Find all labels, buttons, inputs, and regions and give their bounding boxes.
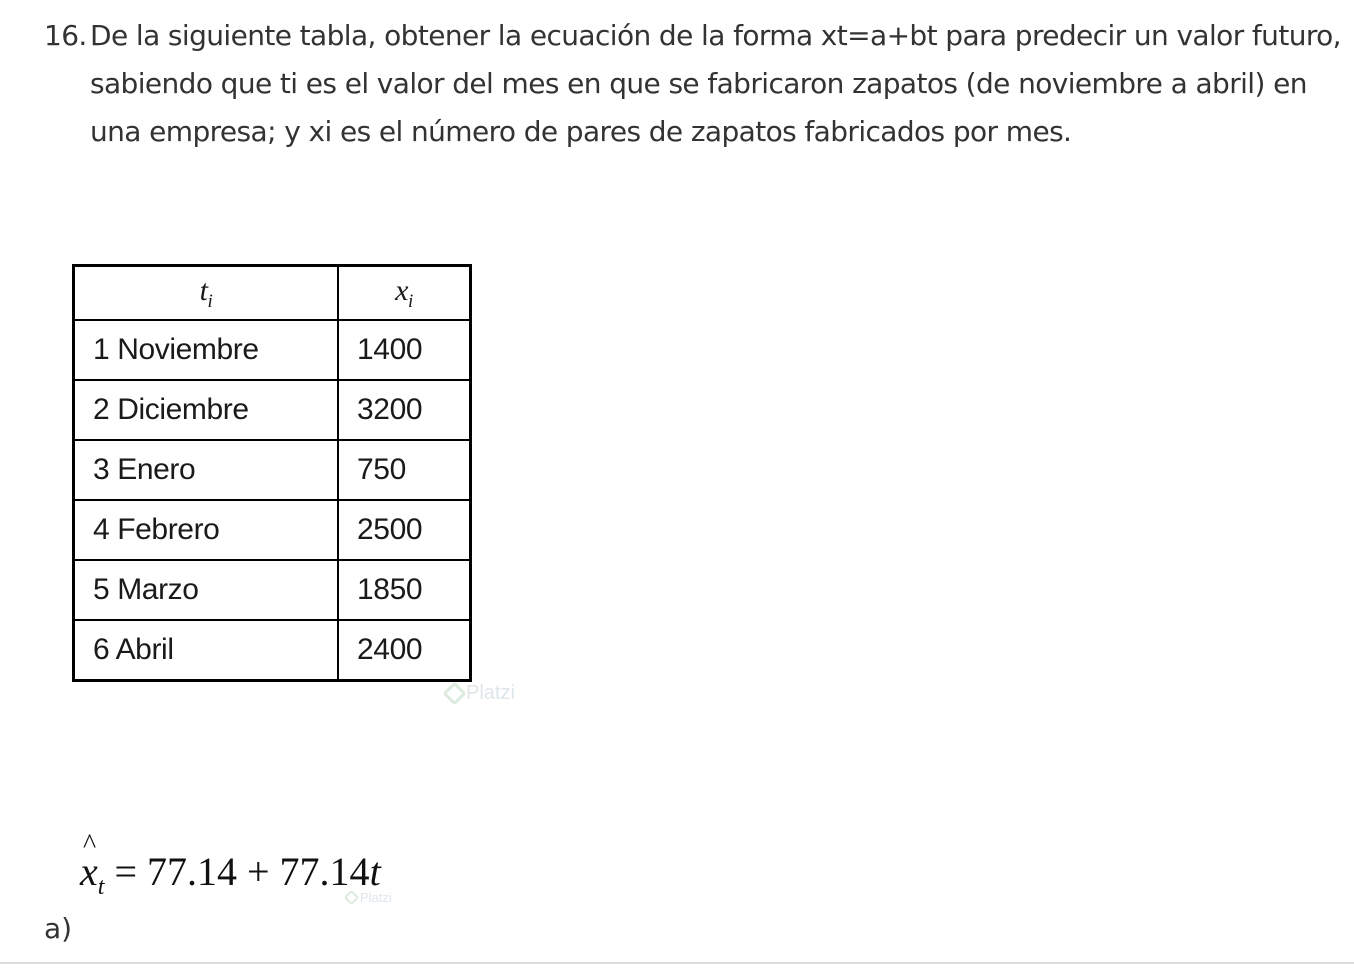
table-row: 1 Noviembre 1400 (72, 319, 472, 381)
formula-t: t (369, 849, 381, 894)
formula-rhs: = 77.14 + 77.14 (104, 849, 370, 894)
table-row: 3 Enero 750 (72, 439, 472, 501)
header-x: xi (337, 264, 472, 321)
platzi-watermark-small: Platzi (343, 889, 392, 906)
value-cell: 750 (337, 439, 472, 501)
question-line-1: 16. De la siguiente tabla, obtener la ecu… (44, 12, 1342, 60)
question-text: 16. De la siguiente tabla, obtener la ecu… (44, 12, 1342, 156)
data-table: ti xi 1 Noviembre 1400 2 Diciembre 3200 3 … (72, 264, 472, 682)
month-cell: 3 Enero (72, 439, 339, 501)
month-cell: 6 Abril (72, 619, 339, 682)
header-t: ti (72, 264, 339, 321)
month-cell: 4 Febrero (72, 499, 339, 561)
month-cell: 2 Diciembre (72, 379, 339, 441)
table-row: 4 Febrero 2500 (72, 499, 472, 561)
option-label-a[interactable]: a) (44, 912, 72, 945)
divider (0, 962, 1354, 964)
table-row: 6 Abril 2400 (72, 619, 472, 682)
platzi-watermark: Platzi (442, 681, 515, 706)
platzi-logo-icon (343, 889, 360, 906)
value-cell: 2500 (337, 499, 472, 561)
question-number: 16. (44, 19, 87, 52)
value-cell: 2400 (337, 619, 472, 682)
month-cell: 5 Marzo (72, 559, 339, 621)
value-cell: 1400 (337, 319, 472, 381)
question-line-2: sabiendo que ti es el valor del mes en q… (90, 67, 1307, 100)
formula-x-hat: ^ x (80, 829, 98, 894)
table-row: 2 Diciembre 3200 (72, 379, 472, 441)
platzi-logo-icon (442, 681, 467, 706)
question-line-3: una empresa; y xi es el número de pares … (90, 115, 1072, 148)
answer-formula: ^ xt = 77.14 + 77.14t (80, 829, 381, 900)
value-cell: 3200 (337, 379, 472, 441)
table-row: 5 Marzo 1850 (72, 559, 472, 621)
month-cell: 1 Noviembre (72, 319, 339, 381)
table-header-row: ti xi (72, 264, 472, 321)
value-cell: 1850 (337, 559, 472, 621)
